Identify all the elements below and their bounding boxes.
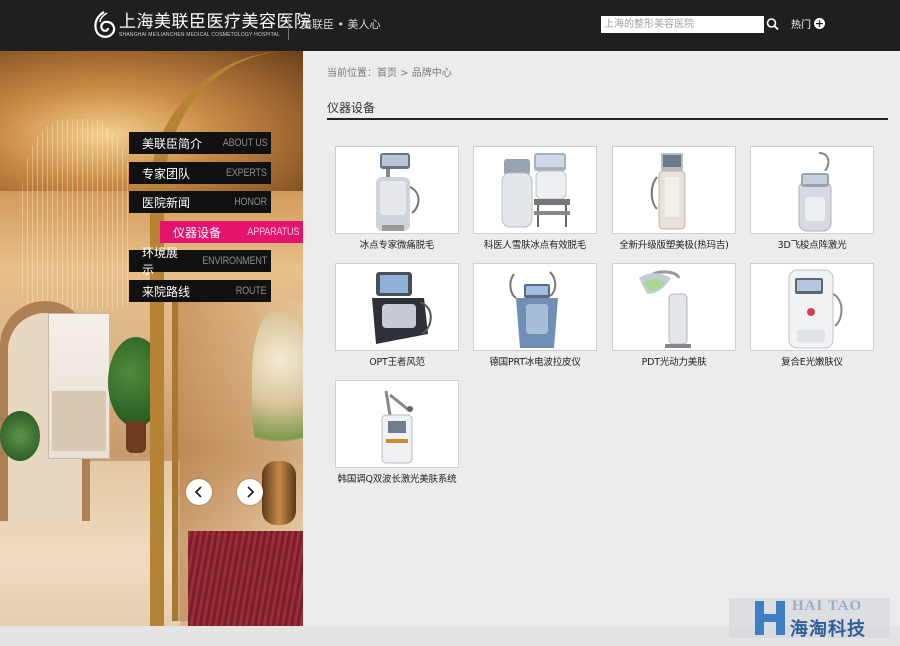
watermark-h-logo-icon bbox=[753, 599, 787, 637]
menu-item-label-en: HONOR bbox=[234, 196, 267, 208]
breadcrumb-current[interactable]: 品牌中心 bbox=[412, 68, 452, 79]
breadcrumb-home-link[interactable]: 首页 bbox=[377, 68, 397, 79]
product-caption[interactable]: PDT光动力美肤 bbox=[612, 354, 736, 368]
product-card[interactable]: 德国PRT冰电波拉皮仪 bbox=[473, 263, 597, 368]
logo-text-cn: 上海美联臣医疗美容医院 bbox=[119, 11, 312, 32]
plus-circle-icon: + bbox=[814, 17, 825, 30]
menu-item-label-cn: 来院路线 bbox=[142, 284, 191, 299]
product-caption[interactable]: 冰点专家微痛脱毛 bbox=[335, 237, 459, 251]
menu-item-label-en: APPARATUS bbox=[247, 226, 299, 238]
logo-swirl-icon bbox=[92, 10, 116, 40]
product-caption[interactable]: 德国PRT冰电波拉皮仪 bbox=[473, 354, 597, 368]
product-image[interactable] bbox=[335, 380, 459, 468]
product-image[interactable] bbox=[750, 146, 874, 234]
watermark-text-cn: 海淘科技 bbox=[790, 619, 866, 640]
menu-item-label-en: ENVIRONMENT bbox=[202, 255, 267, 267]
menu-item-label-cn: 仪器设备 bbox=[173, 225, 222, 240]
search-button[interactable] bbox=[764, 14, 782, 34]
menu-item-route[interactable]: 来院路线 ROUTE bbox=[129, 280, 271, 302]
product-caption[interactable]: 复合E光嫩肤仪 bbox=[750, 354, 874, 368]
product-card[interactable]: 全新升级版塑美极(热玛吉) bbox=[612, 146, 736, 251]
product-image[interactable] bbox=[335, 146, 459, 234]
product-card[interactable]: 科医人雪肤冰点有效脱毛 bbox=[473, 146, 597, 251]
page-title: 仪器设备 bbox=[327, 101, 376, 115]
product-card[interactable]: 复合E光嫩肤仪 bbox=[750, 263, 874, 368]
menu-item-label-en: ABOUT US bbox=[222, 137, 267, 149]
menu-item-label-cn: 医院新闻 bbox=[142, 195, 191, 210]
menu-item-label-cn: 环境展示 bbox=[142, 246, 179, 277]
menu-item-label-en: EXPERTS bbox=[226, 167, 267, 179]
product-card[interactable]: OPT王者风范 bbox=[335, 263, 459, 368]
menu-item-apparatus[interactable]: 仪器设备 APPARATUS bbox=[160, 221, 303, 243]
menu-item-experts[interactable]: 专家团队 EXPERTS bbox=[129, 162, 271, 184]
prev-slide-button[interactable] bbox=[186, 479, 212, 505]
product-caption[interactable]: 全新升级版塑美极(热玛吉) bbox=[612, 237, 736, 251]
breadcrumb: 当前位置：首页 > 品牌中心 bbox=[327, 64, 452, 79]
menu-item-news[interactable]: 医院新闻 HONOR bbox=[129, 191, 271, 213]
search-input[interactable] bbox=[601, 16, 764, 33]
product-image[interactable] bbox=[473, 263, 597, 351]
logo-text-en: SHANGHAI MEILIANCHEN MEDICAL COSMETOLOGY… bbox=[119, 31, 281, 38]
menu-item-label-cn: 美联臣简介 bbox=[142, 136, 203, 151]
hot-label: 热门 bbox=[791, 20, 811, 31]
menu-item-environment[interactable]: 环境展示 ENVIRONMENT bbox=[129, 246, 271, 277]
product-image[interactable] bbox=[335, 263, 459, 351]
product-caption[interactable]: 3D飞梭点阵激光 bbox=[750, 237, 874, 251]
next-slide-button[interactable] bbox=[237, 479, 263, 505]
slogan: 美联臣 • 美人心 bbox=[301, 18, 381, 31]
chevron-left-icon bbox=[194, 486, 202, 498]
product-image[interactable] bbox=[473, 146, 597, 234]
product-card[interactable]: 3D飞梭点阵激光 bbox=[750, 146, 874, 251]
product-card[interactable]: PDT光动力美肤 bbox=[612, 263, 736, 368]
header-divider bbox=[288, 13, 289, 40]
breadcrumb-separator: > bbox=[397, 68, 412, 79]
title-divider bbox=[327, 118, 888, 120]
search-icon bbox=[766, 18, 779, 31]
chevron-right-icon bbox=[247, 486, 255, 498]
chandelier-illustration bbox=[22, 119, 132, 309]
menu-item-about[interactable]: 美联臣简介 ABOUT US bbox=[129, 132, 271, 154]
hot-menu[interactable]: 热门 + bbox=[791, 16, 825, 31]
product-card[interactable]: 韩国调Q双波长激光美肤系统 bbox=[335, 380, 459, 485]
product-image[interactable] bbox=[612, 146, 736, 234]
product-caption[interactable]: 科医人雪肤冰点有效脱毛 bbox=[473, 237, 597, 251]
site-header: 上海美联臣医疗美容医院 SHANGHAI MEILIANCHEN MEDICAL… bbox=[0, 0, 900, 51]
product-image[interactable] bbox=[612, 263, 736, 351]
menu-item-label-en: ROUTE bbox=[236, 285, 267, 297]
watermark-text-en: HAI TAO bbox=[792, 598, 863, 614]
menu-item-label-cn: 专家团队 bbox=[142, 166, 191, 181]
product-caption[interactable]: 韩国调Q双波长激光美肤系统 bbox=[335, 471, 459, 485]
product-card[interactable]: 冰点专家微痛脱毛 bbox=[335, 146, 459, 251]
site-logo[interactable]: 上海美联臣医疗美容医院 SHANGHAI MEILIANCHEN MEDICAL… bbox=[92, 8, 312, 42]
breadcrumb-prefix: 当前位置： bbox=[327, 68, 377, 79]
product-image[interactable] bbox=[750, 263, 874, 351]
product-caption[interactable]: OPT王者风范 bbox=[335, 354, 459, 368]
